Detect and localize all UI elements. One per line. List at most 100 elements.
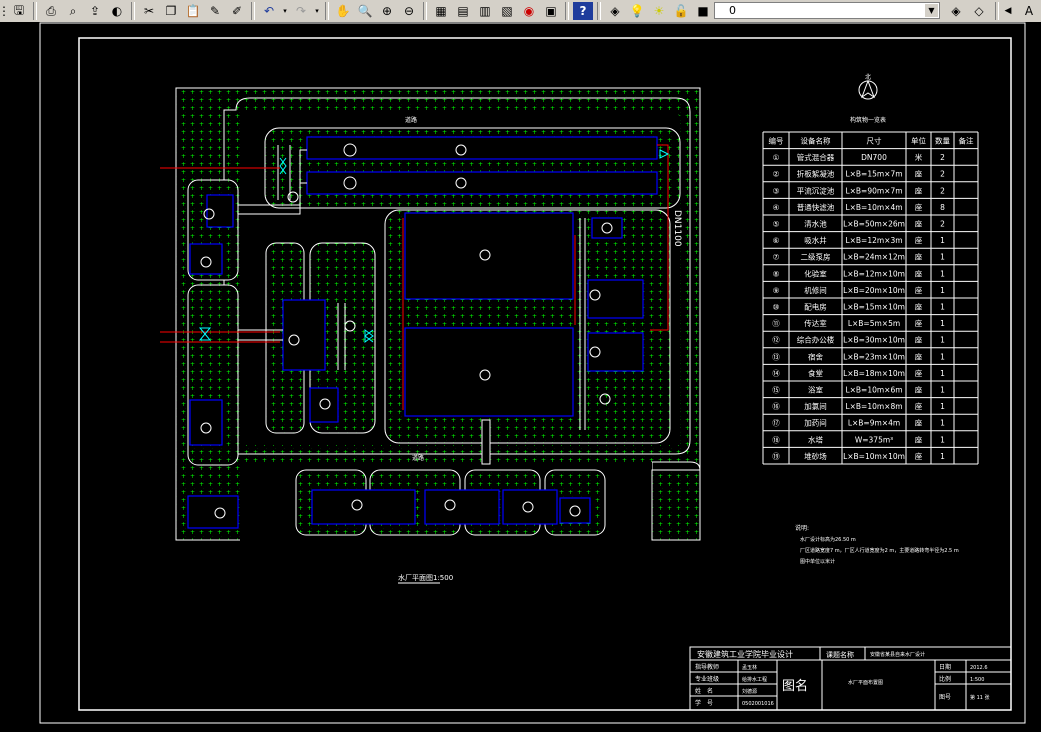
grip-icon: ⋮: [0, 4, 10, 18]
quickcalc-icon[interactable]: ▣: [541, 2, 561, 20]
suction-well: [591, 217, 623, 239]
table-cell: 配电房: [804, 302, 827, 312]
cut-icon[interactable]: ✂: [139, 2, 159, 20]
pan-icon[interactable]: ✋: [333, 2, 353, 20]
table-cell: 1: [940, 419, 945, 428]
table-cell: 堆砂场: [804, 451, 827, 461]
table-cell: 1: [940, 303, 945, 312]
toolbar-separator: [597, 2, 601, 20]
copy-icon[interactable]: ❐: [161, 2, 181, 20]
table-cell: L×B=24m×12m: [843, 253, 905, 262]
table-cell: 座: [915, 185, 923, 195]
layer-previous-icon[interactable]: ◇: [969, 2, 989, 20]
zoom-realtime-icon[interactable]: 🔍: [355, 2, 375, 20]
table-header-cell: 数量: [935, 136, 950, 146]
drawing-canvas[interactable]: + ': [0, 22, 1041, 728]
sedimentation-tank-1: [306, 136, 658, 160]
sand-yard: [206, 194, 234, 228]
layer-dropdown[interactable]: 0 ▼: [714, 2, 940, 19]
redo-dropdown-icon[interactable]: ▾: [313, 2, 321, 20]
table-cell: 1: [940, 236, 945, 245]
table-cell: L×B=50m×26m: [843, 220, 905, 229]
table-cell: 1: [940, 253, 945, 262]
lab-room: [189, 243, 223, 275]
table-cell: 座: [915, 385, 923, 395]
table-header-cell: 备注: [959, 136, 974, 146]
tb-value-2: 刘德源: [742, 688, 757, 695]
undo-icon[interactable]: ↶: [259, 2, 279, 20]
table-cell: 加药间: [804, 418, 827, 428]
table-cell: ③: [773, 186, 780, 195]
plot-icon[interactable]: ⎙: [41, 2, 61, 20]
table-cell: ⑦: [773, 253, 780, 262]
table-cell: 2: [940, 220, 945, 229]
publish-icon[interactable]: ⇪: [85, 2, 105, 20]
table-cell: 加氯间: [804, 401, 827, 411]
chevron-down-icon[interactable]: ▼: [925, 4, 938, 17]
table-cell: 8: [940, 203, 945, 212]
text-style-icon[interactable]: A: [1019, 2, 1039, 20]
table-cell: 座: [915, 451, 923, 461]
toolbar-separator: [995, 2, 999, 20]
table-cell: ⑨: [773, 286, 780, 295]
table-cell: ⑰: [772, 419, 780, 428]
markup-icon[interactable]: ◉: [519, 2, 539, 20]
table-cell: ②: [773, 170, 780, 179]
toolbar-overflow-icon[interactable]: ◀: [1001, 2, 1015, 20]
layer-color-icon[interactable]: ■: [693, 2, 713, 20]
table-cell: 座: [915, 235, 923, 245]
properties-icon[interactable]: ▦: [431, 2, 451, 20]
pump-house: [282, 299, 326, 371]
save-icon[interactable]: 🖫: [9, 2, 29, 20]
table-cell: 1: [940, 435, 945, 444]
tb-right-label-2: 图号: [939, 694, 951, 701]
design-center-icon[interactable]: ▤: [453, 2, 473, 20]
toolbar-separator: [33, 2, 37, 20]
table-cell: 座: [915, 434, 923, 444]
table-cell: L×B=10m×8m: [845, 402, 902, 411]
help-icon[interactable]: ?: [573, 2, 593, 20]
layer-value: 0: [729, 4, 736, 17]
undo-dropdown-icon[interactable]: ▾: [281, 2, 289, 20]
make-current-layer-icon[interactable]: ◈: [946, 2, 966, 20]
notes-line-3: 图中单位以米计: [800, 558, 835, 565]
table-cell: 水塔: [808, 434, 823, 444]
road-stub: [481, 419, 491, 465]
zoom-previous-icon[interactable]: ⊖: [399, 2, 419, 20]
table-cell: L×B=10m×4m: [845, 203, 902, 212]
layer-on-icon[interactable]: 💡: [627, 2, 647, 20]
table-cell: 浴室: [808, 385, 823, 395]
chlorination-room: [309, 387, 339, 423]
match-properties-icon[interactable]: ✎: [205, 2, 225, 20]
block-editor-icon[interactable]: ✐: [227, 2, 247, 20]
table-cell: L×B=5m×5m: [848, 319, 900, 328]
table-cell: 座: [915, 202, 923, 212]
table-cell: 2: [940, 153, 945, 162]
table-cell: ⑧: [773, 269, 780, 278]
tool-palettes-icon[interactable]: ▥: [475, 2, 495, 20]
table-cell: L×B=10m×6m: [845, 386, 902, 395]
3d-dwf-icon[interactable]: ◐: [107, 2, 127, 20]
toolbar-separator: [325, 2, 329, 20]
table-cell: ⑤: [773, 220, 780, 229]
table-cell: 二级泵房: [801, 252, 831, 262]
plot-preview-icon[interactable]: ⌕: [63, 2, 83, 20]
paste-icon[interactable]: 📋: [183, 2, 203, 20]
layer-thaw-icon[interactable]: ☀: [649, 2, 669, 20]
table-cell: 传达室: [804, 318, 827, 328]
table-cell: DN700: [861, 153, 887, 162]
table-cell: 2: [940, 186, 945, 195]
table-cell: 1: [940, 319, 945, 328]
layer-manager-icon[interactable]: ◈: [605, 2, 625, 20]
zoom-window-icon[interactable]: ⊕: [377, 2, 397, 20]
sheet-set-icon[interactable]: ▧: [497, 2, 517, 20]
table-cell: 1: [940, 452, 945, 461]
table-cell: 1: [940, 336, 945, 345]
road-label-north: 道路: [405, 116, 417, 124]
table-title: 构筑物一览表: [850, 116, 886, 124]
table-cell: ⑯: [772, 402, 780, 411]
school-name: 安徽建筑工业学院毕业设计: [697, 649, 793, 659]
redo-icon[interactable]: ↷: [291, 2, 311, 20]
layer-lock-icon[interactable]: 🔓: [671, 2, 691, 20]
tb-value-0: 孟玉林: [742, 664, 757, 671]
